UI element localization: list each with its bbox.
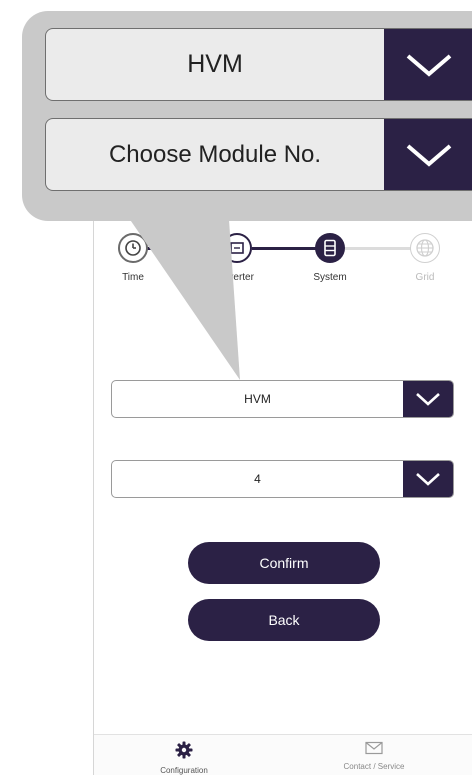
- confirm-button[interactable]: Confirm: [188, 542, 380, 584]
- setup-steps: Time Inverter System Grid: [105, 225, 465, 295]
- nav-item-configuration[interactable]: Configuration: [144, 741, 224, 775]
- bottom-nav: Configuration Contact / Service: [94, 734, 472, 775]
- step-label-grid: Grid: [415, 272, 435, 283]
- zoom-battery-type-select[interactable]: HVM: [45, 28, 472, 101]
- step-label-inverter: Inverter: [220, 272, 254, 283]
- battery-type-select[interactable]: HVM: [111, 380, 454, 418]
- nav-label-configuration: Configuration: [160, 766, 208, 775]
- step-connector-2: [252, 247, 316, 250]
- step-connector-3: [345, 247, 415, 250]
- step-label-system: System: [313, 272, 347, 283]
- chevron-down-icon[interactable]: [384, 29, 472, 100]
- module-count-value: 4: [254, 472, 261, 486]
- mail-icon: [334, 741, 414, 760]
- battery-system-icon[interactable]: [315, 233, 345, 263]
- step-label-time: Time: [122, 272, 144, 283]
- clock-icon[interactable]: [118, 233, 148, 263]
- chevron-down-icon[interactable]: [403, 381, 453, 417]
- nav-item-contact[interactable]: Contact / Service: [334, 741, 414, 771]
- chevron-down-icon[interactable]: [384, 119, 472, 190]
- back-button[interactable]: Back: [188, 599, 380, 641]
- zoom-module-count-select[interactable]: Choose Module No.: [45, 118, 472, 191]
- gear-icon: [144, 741, 224, 764]
- nav-label-contact: Contact / Service: [343, 762, 405, 771]
- app-screen: Time Inverter System Grid HVM 4 Confirm …: [0, 0, 472, 775]
- battery-type-value: HVM: [244, 392, 271, 406]
- step-connector-1: [135, 247, 235, 250]
- globe-icon[interactable]: [410, 233, 440, 263]
- screen-edge: [93, 150, 94, 775]
- inverter-icon[interactable]: [222, 233, 252, 263]
- zoom-battery-type-value: HVM: [187, 50, 243, 78]
- chevron-down-icon[interactable]: [403, 461, 453, 497]
- zoom-module-count-value: Choose Module No.: [108, 140, 322, 168]
- module-count-select[interactable]: 4: [111, 460, 454, 498]
